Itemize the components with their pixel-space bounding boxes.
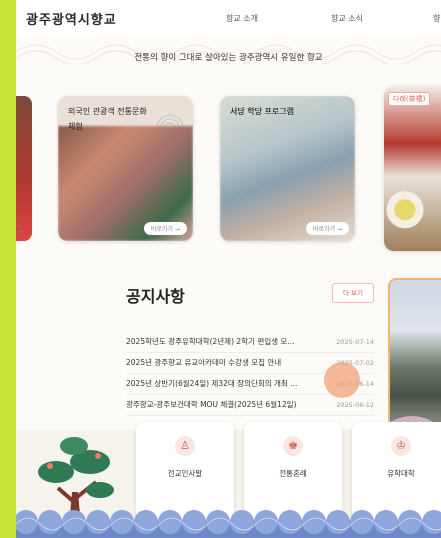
notice-item[interactable]: 2025학년도 광주유학대학(2년제) 2학기 편입생 모... 2025-07-… xyxy=(126,332,374,353)
wedding-icon: ♚ xyxy=(283,436,303,456)
person-icon: ♙ xyxy=(175,436,195,456)
nav-item-more[interactable]: 향 xyxy=(433,13,440,24)
page: 광주광역시향교 향교 소개 향교 소식 향 전통의 향이 그대로 살아있는 광주… xyxy=(16,0,441,538)
program-card-tea-ceremony[interactable]: 다례(茶禮) xyxy=(384,86,441,251)
card-title: 외국인 관광객 전통문화 체험 xyxy=(68,107,147,131)
notice-heading: 공지사항 xyxy=(126,287,185,306)
card-arrow-left[interactable]: → xyxy=(18,228,23,235)
card-title-overlay: 서당 학당 프로그램 xyxy=(230,107,294,116)
program-card-partial-left[interactable]: → xyxy=(16,96,32,241)
wave-pattern-bottom xyxy=(16,510,441,538)
site-logo[interactable]: 광주광역시향교 xyxy=(26,9,117,28)
card-link-button[interactable]: 바로가기 → xyxy=(143,222,187,235)
card-link-button[interactable]: 바로가기 → xyxy=(305,222,349,235)
card-photo xyxy=(384,86,441,251)
tagline: 전통의 향이 그대로 살아있는 광주광역시 유일한 향교 xyxy=(134,53,323,63)
scholar-icon: ♔ xyxy=(391,436,411,456)
card-tag: 다례(茶禮) xyxy=(388,92,431,106)
cursor-highlight xyxy=(324,362,360,398)
nav-item-news[interactable]: 향교 소식 xyxy=(331,13,363,24)
notice-more-button[interactable]: 더 보기 xyxy=(332,283,374,303)
program-card-foreign-tourist[interactable]: 외국인 관광객 전통문화 체험 바로가기 → xyxy=(58,96,193,241)
notice-item[interactable]: 광주향교-광주보건대학 MOU 체결(2025년 6월12일) 2025-06-1… xyxy=(126,395,374,416)
program-card-seodang[interactable]: 서당 학당 프로그램 서당 학당 프로그램 바로가기 → xyxy=(220,96,355,241)
site-header: 광주광역시향교 향교 소개 향교 소식 향 xyxy=(16,0,441,36)
nav-item-intro[interactable]: 향교 소개 xyxy=(226,13,258,24)
